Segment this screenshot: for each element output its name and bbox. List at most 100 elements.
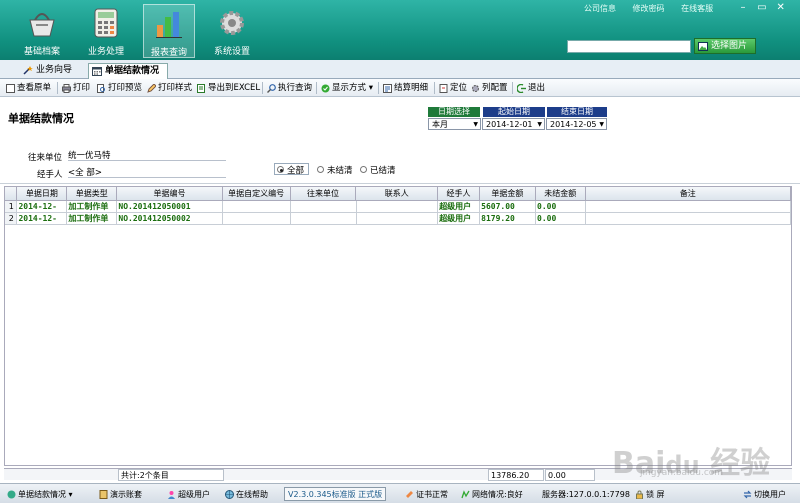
cell-contact — [356, 212, 439, 225]
cell-amount: 5607.00 — [479, 200, 537, 213]
lock-screen-button[interactable]: 锁 屏 — [634, 488, 665, 501]
exit-icon — [517, 84, 526, 93]
cell-unsettled: 0.00 — [535, 200, 586, 213]
exit-button[interactable]: 退出 — [516, 81, 545, 95]
column-header[interactable]: 联系人 — [355, 187, 439, 201]
basket-icon — [29, 13, 55, 37]
network-icon — [461, 490, 470, 499]
start-date-value: 2014-12-01 — [486, 120, 533, 129]
change-password-link[interactable]: 修改密码 — [633, 4, 665, 13]
column-header[interactable]: 单据类型 — [66, 187, 118, 201]
print-preview-button[interactable]: 打印预览 — [96, 81, 142, 95]
column-header[interactable]: 未结金额 — [535, 187, 586, 201]
cell-custom-number — [222, 212, 291, 225]
module-settings[interactable]: 系统设置 — [206, 4, 258, 58]
status-window-icon — [7, 490, 16, 499]
online-help-link[interactable]: 在线帮助 — [224, 488, 268, 501]
switch-user-icon — [743, 490, 752, 499]
radio-label: 全部 — [287, 166, 305, 176]
row-count: 共计:2个条目 — [118, 469, 224, 481]
radio-unchecked-icon — [317, 166, 324, 173]
radio-unsettled[interactable]: 未结清 — [317, 164, 353, 176]
column-header[interactable]: 单据自定义编号 — [222, 187, 291, 201]
status-current-window[interactable]: 单据结款情况 ▾ — [6, 488, 73, 501]
dropdown-arrow-icon: ▼ — [473, 121, 478, 128]
gear-icon — [220, 11, 244, 35]
radio-checked-icon — [277, 166, 284, 173]
column-header[interactable]: 单据日期 — [16, 187, 68, 201]
module-label: 报表查询 — [150, 48, 187, 58]
cell-unsettled: 0.00 — [535, 212, 586, 225]
tab-bar: 业务向导 单据结款情况 — [0, 60, 800, 79]
tab-settlement-status[interactable]: 单据结款情况 — [88, 63, 168, 79]
column-header[interactable]: 往来单位 — [290, 187, 357, 201]
module-business[interactable]: 业务处理 — [80, 4, 132, 58]
pick-image-label: 选择图片 — [711, 41, 748, 51]
column-header[interactable]: 经手人 — [437, 187, 480, 201]
toolbar-label: 打印预览 — [108, 83, 143, 93]
radio-unchecked-icon — [360, 166, 367, 173]
pick-image-button[interactable]: 选择图片 — [694, 38, 756, 54]
row-number: 1 — [5, 200, 18, 213]
display-mode-icon — [321, 84, 330, 93]
amount-total: 13786.20 — [488, 469, 544, 481]
checkbox-icon — [6, 84, 15, 93]
module-label: 业务处理 — [87, 47, 124, 57]
radio-settled[interactable]: 已结清 — [360, 164, 396, 176]
module-basic-files[interactable]: 基础档案 — [16, 4, 68, 58]
tab-label: 业务向导 — [36, 65, 73, 75]
end-date-picker[interactable]: 2014-12-05 ▼ — [546, 118, 607, 130]
tab-business-wizard[interactable]: 业务向导 — [20, 63, 84, 79]
image-path-input[interactable] — [567, 40, 691, 53]
start-date-picker[interactable]: 2014-12-01 ▼ — [482, 118, 545, 130]
column-header[interactable]: 单据编号 — [116, 187, 223, 201]
radio-label: 未结清 — [327, 166, 353, 176]
settlement-detail-button[interactable]: 结算明细 — [382, 81, 428, 95]
cell-custom-number — [222, 200, 291, 213]
toolbar-separator — [512, 82, 513, 94]
radio-label: 已结清 — [370, 166, 396, 176]
restore-icon[interactable]: ▭ — [754, 2, 770, 13]
calendar-icon — [92, 67, 102, 76]
version-badge: V2.3.0.345标准版 正式版 — [284, 487, 387, 501]
handler-field[interactable]: <全 部> — [68, 166, 226, 178]
status-account: 演示账套 — [98, 488, 142, 501]
display-mode-button[interactable]: 显示方式 ▾ — [320, 81, 373, 95]
data-grid: 单据日期 单据类型 单据编号 单据自定义编号 往来单位 联系人 经手人 单据金额… — [4, 186, 792, 466]
date-range-select[interactable]: 本月 ▼ — [428, 118, 481, 130]
table-row[interactable]: 1 2014-12- 加工制作单 NO.201412050001 超级用户 56… — [5, 200, 792, 213]
status-label: 单据结款情况 — [18, 490, 66, 499]
date-range-value: 本月 — [432, 120, 448, 129]
column-header[interactable]: 备注 — [585, 187, 792, 201]
cell-handler: 超级用户 — [437, 212, 481, 225]
column-header[interactable]: 单据金额 — [479, 187, 536, 201]
export-excel-button[interactable]: 导出到EXCEL — [196, 81, 260, 95]
radio-all[interactable]: 全部 — [274, 163, 310, 176]
print-style-button[interactable]: 打印样式 — [146, 81, 192, 95]
locate-button[interactable]: 定位 — [438, 81, 467, 95]
print-button[interactable]: 打印 — [61, 81, 90, 95]
online-service-link[interactable]: 在线客服 — [681, 4, 713, 13]
close-icon[interactable]: ✕ — [773, 2, 789, 13]
cell-number: NO.201412050002 — [116, 212, 224, 225]
view-original-button[interactable]: 查看原单 — [5, 81, 51, 95]
image-icon — [698, 42, 708, 51]
toolbar-label: 打印样式 — [158, 83, 193, 93]
module-reports[interactable]: 报表查询 — [143, 4, 195, 58]
cell-handler: 超级用户 — [437, 200, 481, 213]
column-config-button[interactable]: 列配置 — [470, 81, 508, 95]
filter-divider — [0, 183, 800, 184]
print-preview-icon — [97, 84, 105, 93]
run-query-button[interactable]: 执行查询 — [266, 81, 312, 95]
certificate-icon — [406, 491, 413, 498]
switch-user-button[interactable]: 切换用户 — [742, 488, 786, 501]
toolbar-label: 结算明细 — [394, 83, 429, 93]
filter-panel: 往来单位 统一优马特 经手人 <全 部> 全部 未结清 已结清 — [0, 137, 800, 184]
watermark-url: jingyan.baidu.com — [640, 468, 724, 478]
minimize-icon[interactable]: – — [735, 2, 751, 13]
toolbar-label: 显示方式 — [332, 83, 367, 93]
table-row[interactable]: 2 2014-12- 加工制作单 NO.201412050002 超级用户 81… — [5, 212, 792, 225]
partner-field[interactable]: 统一优马特 — [68, 149, 226, 161]
window-controls: – ▭ ✕ — [735, 2, 795, 14]
company-info-link[interactable]: 公司信息 — [584, 4, 616, 13]
